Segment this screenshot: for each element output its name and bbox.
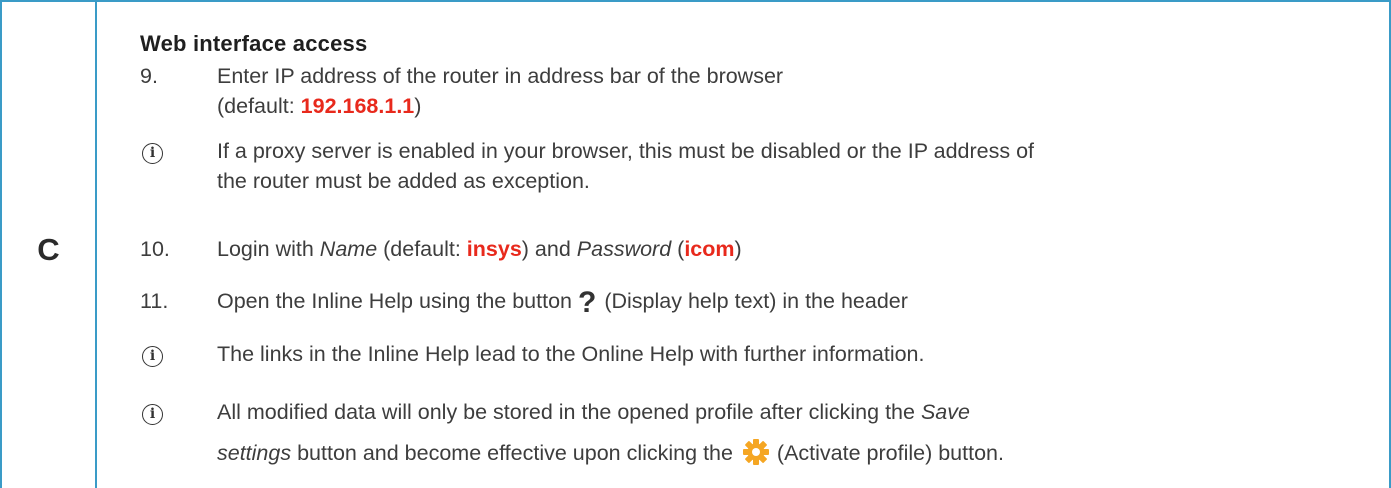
section-heading: Web interface access (140, 31, 368, 56)
info-icon: i (142, 404, 163, 425)
password-label: Password (576, 237, 672, 261)
activate-profile-gear-icon (742, 439, 769, 465)
default-username: insys (466, 237, 522, 261)
instruction-text: Enter IP address of the router in addres… (217, 64, 784, 88)
default-password: icom (684, 237, 735, 261)
name-label: Name (319, 237, 378, 261)
help-question-icon: ? (578, 286, 597, 319)
info-icon: i (142, 143, 163, 164)
step-letter: C (37, 232, 60, 267)
step-number: 11. (140, 289, 169, 313)
info-icon: i (142, 346, 163, 367)
save-settings-label: Save (920, 400, 970, 424)
step-number: 9. (140, 64, 158, 88)
step-number: 10. (140, 237, 170, 261)
default-ip-address: 192.168.1.1 (300, 94, 415, 118)
